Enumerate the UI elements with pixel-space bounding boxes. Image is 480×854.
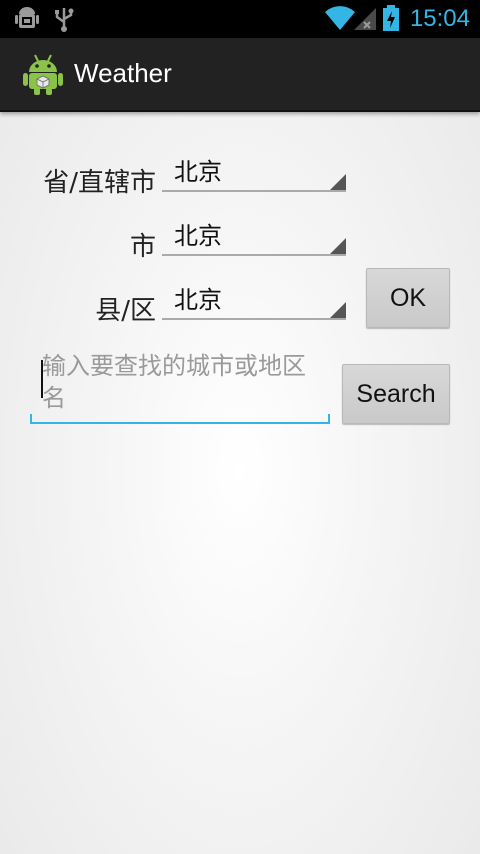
- input-edge-right: [328, 414, 330, 422]
- dropdown-arrow-icon: [330, 174, 346, 190]
- action-bar: Weather: [0, 38, 480, 112]
- dropdown-arrow-icon: [330, 302, 346, 318]
- status-time: 15:04: [409, 5, 470, 32]
- app-title: Weather: [74, 58, 172, 88]
- search-input[interactable]: 输入要查找的城市或地区名: [30, 346, 330, 424]
- signal-icon: [354, 8, 376, 30]
- county-spinner[interactable]: 北京: [162, 278, 346, 320]
- city-value: 北京: [174, 222, 222, 250]
- battery-charging-icon: [383, 5, 399, 31]
- city-spinner[interactable]: 北京: [162, 214, 346, 256]
- search-placeholder: 输入要查找的城市或地区名: [42, 352, 306, 412]
- android-app-icon: [23, 54, 63, 95]
- android-debug-icon: [15, 7, 39, 28]
- usb-icon: [55, 8, 74, 32]
- county-value: 北京: [174, 286, 222, 314]
- input-edge-left: [30, 414, 32, 422]
- province-label: 省/直辖市: [43, 168, 156, 198]
- status-bar: 15:04: [0, 0, 480, 38]
- ok-button[interactable]: OK: [366, 268, 450, 328]
- text-cursor: [41, 360, 43, 398]
- province-value: 北京: [174, 158, 222, 186]
- province-spinner[interactable]: 北京: [162, 150, 346, 192]
- dropdown-arrow-icon: [330, 238, 346, 254]
- county-label: 县/区: [95, 296, 156, 326]
- city-label: 市: [129, 232, 156, 262]
- search-button[interactable]: Search: [342, 364, 450, 424]
